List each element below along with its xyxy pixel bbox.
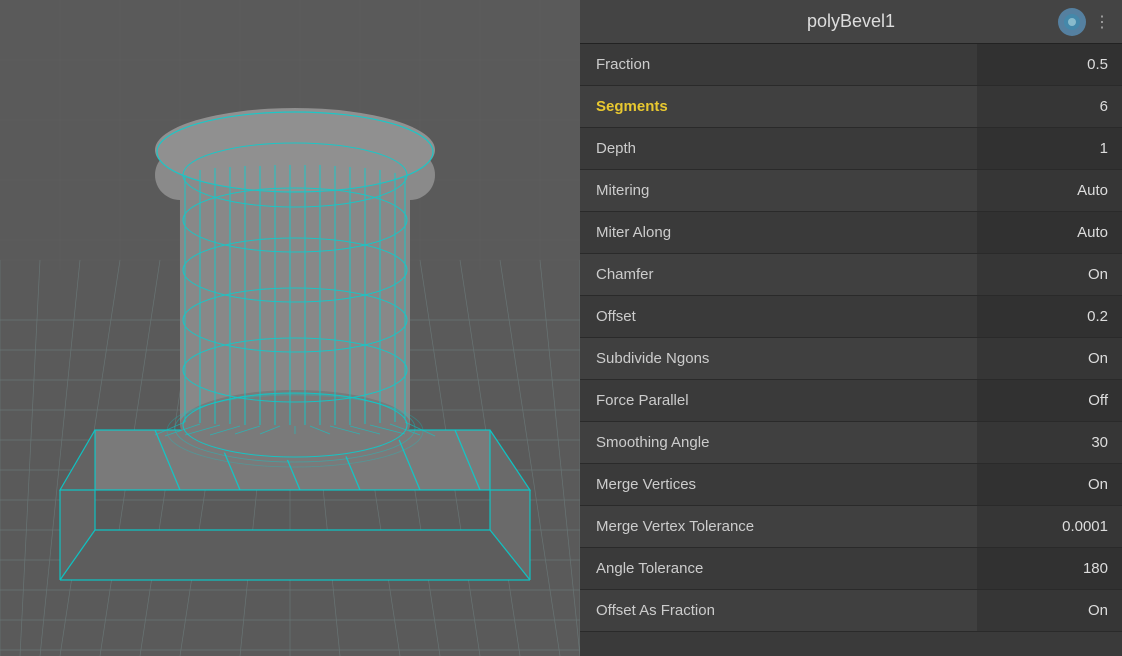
property-label: Miter Along [580, 212, 977, 253]
property-row[interactable]: Offset As FractionOn [580, 590, 1122, 632]
property-row[interactable]: Fraction0.5 [580, 44, 1122, 86]
property-row[interactable]: Merge VerticesOn [580, 464, 1122, 506]
panel-rows: Fraction0.5Segments6Depth1MiteringAutoMi… [580, 44, 1122, 656]
property-label: Offset [580, 296, 977, 337]
panel-header: polyBevel1 ⋮ [580, 0, 1122, 44]
properties-panel: polyBevel1 ⋮ Fraction0.5Segments6Depth1M… [580, 0, 1122, 656]
property-row[interactable]: Depth1 [580, 128, 1122, 170]
property-value[interactable]: 0.2 [977, 296, 1122, 337]
property-value[interactable]: 180 [977, 548, 1122, 589]
property-row[interactable]: MiteringAuto [580, 170, 1122, 212]
panel-icons: ⋮ [1058, 8, 1114, 36]
property-label: Offset As Fraction [580, 590, 977, 631]
property-value[interactable]: 1 [977, 128, 1122, 169]
property-row[interactable]: ChamferOn [580, 254, 1122, 296]
property-label: Subdivide Ngons [580, 338, 977, 379]
property-label: Smoothing Angle [580, 422, 977, 463]
property-value[interactable]: On [977, 254, 1122, 295]
property-row[interactable]: Subdivide NgonsOn [580, 338, 1122, 380]
property-value[interactable]: On [977, 338, 1122, 379]
3d-viewport[interactable] [0, 0, 580, 656]
property-value[interactable]: On [977, 464, 1122, 505]
property-row[interactable]: Offset0.2 [580, 296, 1122, 338]
property-row[interactable]: Miter AlongAuto [580, 212, 1122, 254]
property-value[interactable]: Auto [977, 170, 1122, 211]
property-value[interactable]: 0.5 [977, 44, 1122, 85]
property-label: Mitering [580, 170, 977, 211]
property-label: Angle Tolerance [580, 548, 977, 589]
property-value[interactable]: Off [977, 380, 1122, 421]
property-label: Fraction [580, 44, 977, 85]
property-label: Chamfer [580, 254, 977, 295]
property-label: Merge Vertices [580, 464, 977, 505]
property-label: Merge Vertex Tolerance [580, 506, 977, 547]
property-label: Force Parallel [580, 380, 977, 421]
property-value[interactable]: 30 [977, 422, 1122, 463]
property-value[interactable]: On [977, 590, 1122, 631]
property-value[interactable]: 0.0001 [977, 506, 1122, 547]
property-value[interactable]: Auto [977, 212, 1122, 253]
node-icon[interactable] [1058, 8, 1086, 36]
property-row[interactable]: Force ParallelOff [580, 380, 1122, 422]
menu-dots[interactable]: ⋮ [1090, 10, 1114, 34]
property-row[interactable]: Smoothing Angle30 [580, 422, 1122, 464]
property-value[interactable]: 6 [977, 86, 1122, 127]
property-row[interactable]: Angle Tolerance180 [580, 548, 1122, 590]
property-label: Depth [580, 128, 977, 169]
property-row[interactable]: Merge Vertex Tolerance0.0001 [580, 506, 1122, 548]
property-row[interactable]: Segments6 [580, 86, 1122, 128]
property-label: Segments [580, 86, 977, 127]
panel-title: polyBevel1 [807, 11, 895, 32]
